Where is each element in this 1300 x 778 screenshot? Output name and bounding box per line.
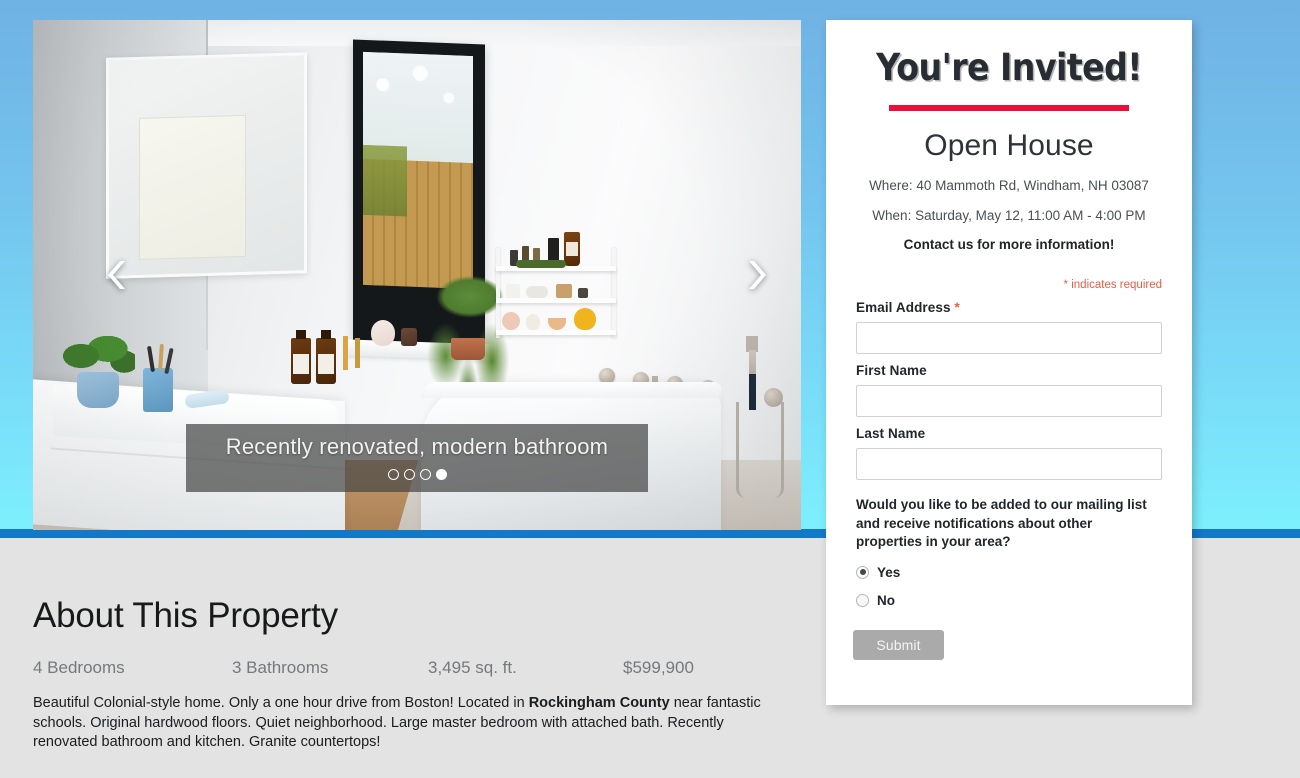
- first-name-field-group: First Name: [856, 363, 1162, 417]
- window-view-foliage: [363, 145, 407, 217]
- shower-hose: [736, 402, 784, 498]
- radio-yes-label: Yes: [877, 564, 901, 580]
- carousel-prev-arrow-icon[interactable]: [95, 245, 141, 305]
- radio-yes-icon[interactable]: [856, 565, 869, 579]
- hanging-plant-pot: [451, 338, 485, 360]
- about-description: Beautiful Colonial-style home. Only a on…: [33, 694, 785, 753]
- stat-bathrooms: 3 Bathrooms: [232, 658, 329, 677]
- email-field-group: Email Address *: [856, 300, 1162, 354]
- window-pane: [363, 51, 473, 290]
- carousel-caption-text: Recently renovated, modern bathroom: [225, 434, 609, 459]
- wooden-utensil: [343, 336, 348, 370]
- submit-button[interactable]: Submit: [853, 629, 944, 660]
- carousel-caption: Recently renovated, modern bathroom: [186, 424, 648, 492]
- amber-bottle: [291, 330, 311, 384]
- last-name-field-group: Last Name: [856, 426, 1162, 480]
- invite-title: You're Invited!: [876, 46, 1142, 89]
- radio-no-icon[interactable]: [856, 593, 869, 607]
- last-name-input[interactable]: [856, 448, 1162, 480]
- property-photo-carousel[interactable]: Recently renovated, modern bathroom: [33, 20, 801, 530]
- radio-option-no[interactable]: No: [856, 593, 1162, 608]
- wooden-utensil: [355, 338, 360, 368]
- mailing-list-question: Would you like to be added to our mailin…: [856, 497, 1147, 550]
- carousel-dots[interactable]: [387, 469, 447, 480]
- last-name-field-label: Last Name: [856, 426, 926, 441]
- required-field-note: * indicates required: [1063, 279, 1162, 291]
- email-field-label: Email Address *: [856, 300, 960, 315]
- email-input[interactable]: [856, 322, 1162, 354]
- about-title: About This Property: [33, 596, 338, 635]
- property-stats-row: 4 Bedrooms 3 Bathrooms 3,495 sq. ft. $59…: [33, 658, 803, 678]
- event-contact-note: Contact us for more information!: [903, 237, 1115, 252]
- toothbrush-cup: [143, 368, 173, 412]
- signup-card: You're Invited! Open House Where: 40 Mam…: [826, 20, 1192, 705]
- carousel-dot-active[interactable]: [435, 469, 447, 480]
- first-name-field-label: First Name: [856, 363, 927, 378]
- mirror-reflection: [139, 114, 246, 260]
- potted-plant: [63, 332, 135, 380]
- carousel-next-arrow-icon[interactable]: [733, 245, 779, 305]
- stat-bedrooms: 4 Bedrooms: [33, 658, 125, 677]
- event-when: When: Saturday, May 12, 11:00 AM - 4:00 …: [872, 208, 1146, 223]
- about-description-highlight: Rockingham County: [528, 695, 670, 711]
- stat-price: $599,900: [623, 658, 694, 677]
- first-name-input[interactable]: [856, 385, 1162, 417]
- radio-no-label: No: [877, 592, 895, 608]
- carousel-dot[interactable]: [419, 469, 431, 480]
- bathtub-rim: [421, 382, 721, 398]
- stat-square-feet: 3,495 sq. ft.: [428, 658, 517, 677]
- carousel-dot[interactable]: [387, 469, 399, 480]
- wall-shelf-unit: [496, 232, 616, 338]
- radio-option-yes[interactable]: Yes: [856, 565, 1162, 580]
- event-title: Open House: [924, 129, 1094, 162]
- event-where: Where: 40 Mammoth Rd, Windham, NH 03087: [869, 178, 1149, 193]
- amber-bottle: [316, 330, 336, 384]
- required-asterisk: *: [954, 300, 960, 315]
- sill-jar: [371, 320, 395, 346]
- carousel-dot[interactable]: [403, 469, 415, 480]
- about-property-section: About This Property 4 Bedrooms 3 Bathroo…: [33, 596, 803, 768]
- about-description-part1: Beautiful Colonial-style home. Only a on…: [33, 695, 529, 711]
- title-underline-rule: [889, 105, 1129, 111]
- plant-pot: [63, 332, 135, 408]
